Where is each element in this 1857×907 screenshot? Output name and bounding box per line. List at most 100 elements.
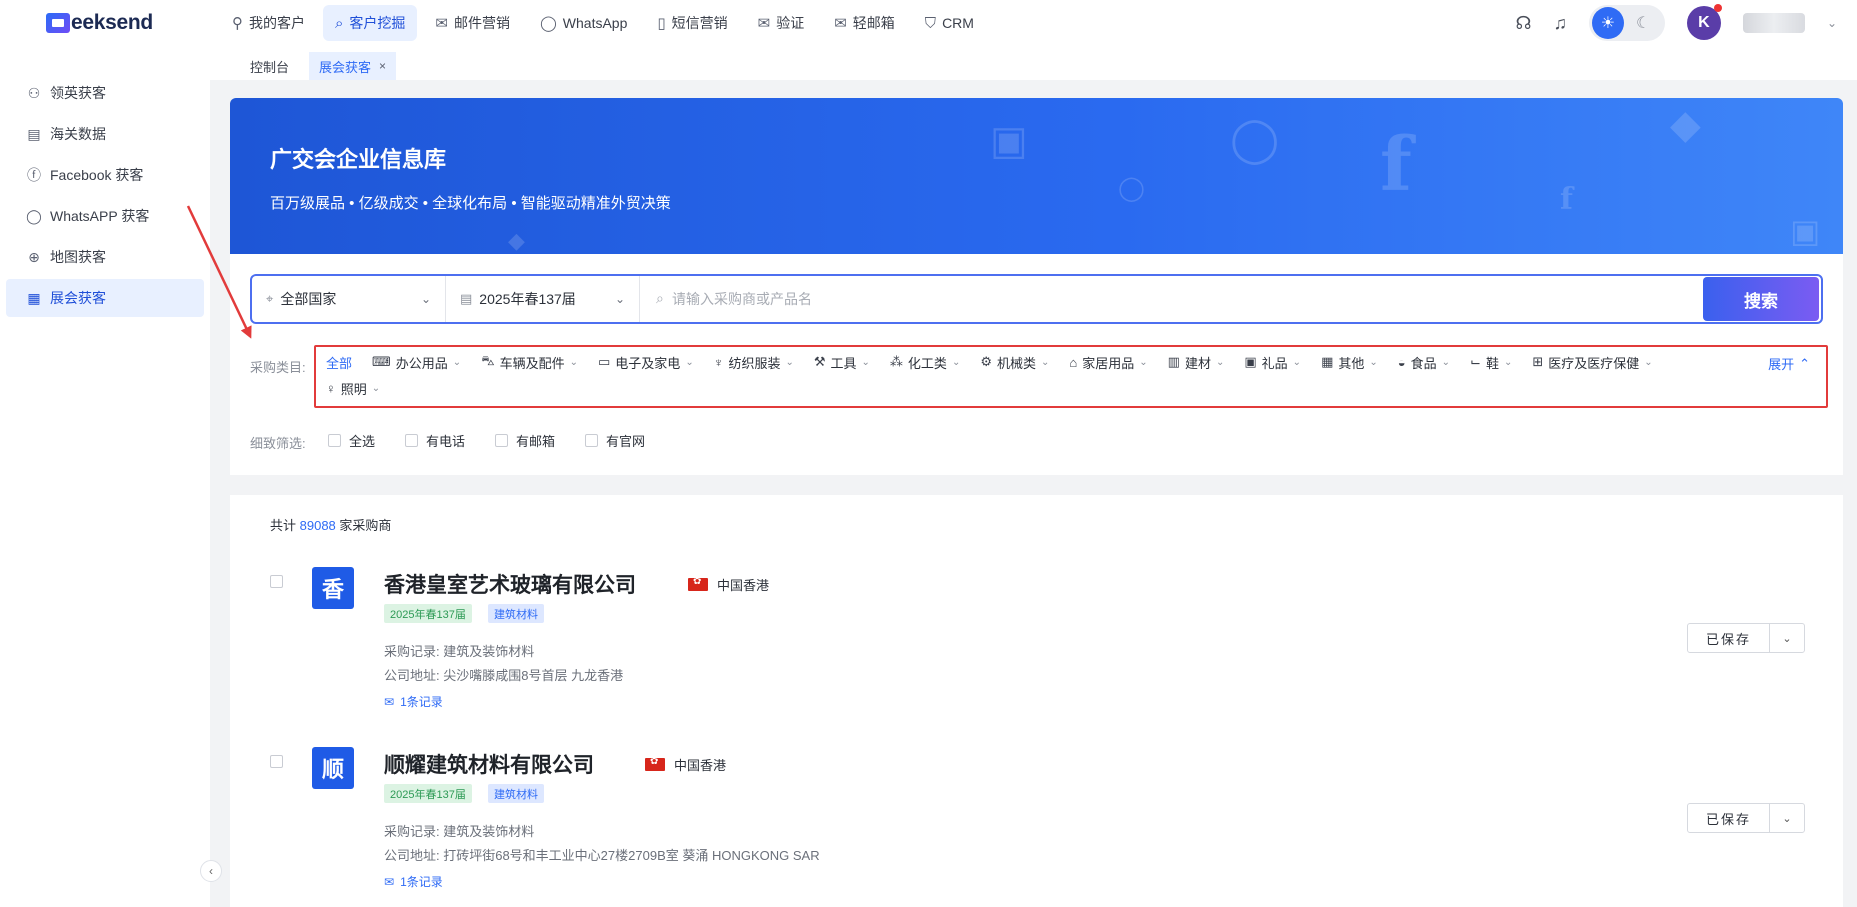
checkbox[interactable] — [495, 434, 509, 447]
category-gifts[interactable]: ▣ 礼品 ⌄ — [1244, 352, 1301, 372]
chevron-down-icon[interactable]: ⌄ — [1827, 16, 1837, 30]
user-avatar[interactable]: K — [1686, 4, 1722, 40]
checkbox[interactable] — [405, 434, 419, 447]
chevron-down-icon: ⌄ — [785, 356, 794, 368]
whatsapp-icon: ◯ — [1230, 115, 1280, 164]
purchase-record: 采购记录: 建筑及装饰材料 — [384, 644, 535, 659]
company-card: 顺 顺耀建筑材料有限公司 中国香港 2025年春137届 建筑材料 采购记录: … — [230, 675, 1843, 889]
sidebar: ⚇ 领英获客 ▤ 海关数据 ⓕ Facebook 获客 ◯ WhatsAPP 获客 ⊕ 地… — [0, 46, 210, 907]
shoe-icon: ⌙ — [1470, 354, 1481, 369]
category-office-supplies[interactable]: ⌨ 办公用品 ⌄ — [372, 352, 461, 372]
category-tools[interactable]: ⚒ 工具 ⌄ — [814, 352, 870, 372]
sidebar-item-map[interactable]: ⊕ 地图获客 — [6, 238, 204, 276]
moon-icon[interactable]: ☾ — [1636, 13, 1650, 33]
detail-filters: 全选 有电话 有邮箱 有官网 — [328, 431, 645, 450]
category-all[interactable]: 全部 — [326, 352, 352, 372]
category-vehicles[interactable]: ⛍ 车辆及配件 ⌄ — [481, 352, 578, 372]
saved-dropdown-button[interactable]: ⌄ — [1770, 624, 1804, 652]
company-checkbox[interactable] — [270, 755, 283, 768]
close-icon[interactable]: × — [379, 59, 386, 73]
company-name[interactable]: 顺耀建筑材料有限公司 — [384, 749, 594, 779]
email-records-link[interactable]: ✉ 1条记录 — [384, 873, 443, 890]
company-card: 香 香港皇室艺术玻璃有限公司 中国香港 2025年春137届 建筑材料 采购记录… — [230, 495, 1843, 709]
company-location: 中国香港 — [688, 575, 769, 594]
filter-select-all[interactable]: 全选 — [328, 431, 375, 450]
gift-icon: ▣ — [990, 119, 1028, 163]
nav-item-crm[interactable]: ⛉ CRM — [913, 5, 986, 41]
saved-button[interactable]: 已保存 — [1688, 804, 1770, 832]
session-select[interactable]: ▤ 2025年春137届 ⌄ — [446, 276, 640, 322]
company-checkbox[interactable] — [270, 575, 283, 588]
document-icon: ▤ — [27, 125, 41, 142]
category-textiles[interactable]: ♆ 纺织服装 ⌄ — [714, 352, 794, 372]
theme-toggle[interactable]: ☀ ☾ — [1588, 5, 1665, 41]
category-chemicals[interactable]: ⁂ 化工类 ⌄ — [890, 352, 960, 372]
category-shoes[interactable]: ⌙ 鞋 ⌄ — [1470, 352, 1512, 372]
nav-item-whatsapp[interactable]: ◯ WhatsApp — [528, 5, 639, 41]
bell-icon[interactable]: ♫ — [1553, 13, 1567, 34]
tab-exhibition-leads[interactable]: 展会获客 × — [309, 52, 397, 80]
category-home-goods[interactable]: ⌂ 家居用品 ⌄ — [1069, 352, 1147, 372]
username-blurred[interactable] — [1742, 13, 1805, 33]
facebook-icon: ⓕ — [27, 167, 41, 183]
whatsapp-icon: ◯ — [1118, 175, 1145, 202]
filter-has-website[interactable]: 有官网 — [585, 431, 645, 450]
chevron-down-icon: ⌄ — [685, 356, 694, 368]
category-electronics[interactable]: ▭ 电子及家电 ⌄ — [598, 352, 694, 372]
chevron-down-icon: ⌄ — [614, 292, 625, 306]
sidebar-item-exhibition[interactable]: ▦ 展会获客 — [6, 279, 204, 317]
company-name[interactable]: 香港皇室艺术玻璃有限公司 — [384, 569, 636, 599]
sun-icon[interactable]: ☀ — [1591, 7, 1624, 39]
sidebar-collapse-button[interactable]: ‹ — [200, 860, 222, 882]
hero-banner: ▣ ◯ f f ◯ ◆ ▣ ◆ 广交会企业信息库 百万级展品 • 亿级成交 • … — [230, 98, 1843, 256]
calendar-icon: ▤ — [460, 291, 473, 306]
nav-item-customer-mining[interactable]: ⌕ 客户挖掘 — [323, 5, 418, 41]
nav-item-sms-marketing[interactable]: ▯ 短信营销 — [645, 5, 739, 41]
sidebar-item-linkedin[interactable]: ⚇ 领英获客 — [6, 74, 204, 112]
search-button[interactable]: 搜索 — [1703, 277, 1819, 321]
chevron-down-icon: ⌄ — [371, 382, 381, 394]
app-logo[interactable]: eeksend — [0, 11, 210, 35]
chevron-down-icon: ⌄ — [951, 356, 961, 368]
filter-has-email[interactable]: 有邮箱 — [495, 431, 555, 450]
search-icon: ⌕ — [335, 14, 344, 32]
country-select[interactable]: ⌖ 全部国家 ⌄ — [252, 276, 446, 322]
chevron-down-icon: ⌄ — [569, 356, 578, 368]
category-food[interactable]: ◒ 食品 ⌄ — [1398, 352, 1450, 372]
company-location: 中国香港 — [645, 755, 726, 774]
category-other[interactable]: ▦ 其他 ⌄ — [1321, 352, 1378, 372]
mail-icon: ✉ — [384, 874, 395, 889]
category-lighting[interactable]: ♀ 照明 ⌄ — [326, 378, 380, 398]
tag-icon: ◆ — [1670, 103, 1701, 147]
car-icon: ⛍ — [481, 353, 495, 368]
headset-support-icon[interactable]: ☊ — [1515, 13, 1531, 34]
search-input[interactable] — [640, 276, 1703, 322]
checkbox[interactable] — [585, 434, 599, 447]
category-medical[interactable]: ⊞ 医疗及医疗保健 ⌄ — [1532, 352, 1652, 372]
category-machinery[interactable]: ⚙ 机械类 ⌄ — [980, 352, 1049, 372]
tab-console[interactable]: 控制台 — [240, 52, 299, 80]
chevron-down-icon: ⌄ — [1215, 356, 1225, 368]
chevron-down-icon: ⌄ — [1503, 356, 1513, 368]
category-building-materials[interactable]: ▥ 建材 ⌄ — [1168, 352, 1225, 372]
filter-has-phone[interactable]: 有电话 — [405, 431, 465, 450]
filter-label: 细致筛选: — [250, 436, 306, 451]
saved-dropdown-button[interactable]: ⌄ — [1770, 804, 1804, 832]
checkbox[interactable] — [328, 434, 341, 447]
saved-button[interactable]: 已保存 — [1688, 624, 1770, 652]
chevron-down-icon: ⌄ — [1369, 356, 1378, 368]
search-bar: ⌖ 全部国家 ⌄ ▤ 2025年春137届 ⌄ ⌕ 搜索 — [250, 274, 1823, 324]
nav-item-email-marketing[interactable]: ✉ 邮件营销 — [423, 5, 522, 41]
nav-item-verify[interactable]: ✉ 验证 — [746, 5, 817, 41]
shirt-icon: ♆ — [713, 354, 724, 370]
sidebar-item-facebook[interactable]: ⓕ Facebook 获客 — [6, 156, 204, 194]
chevron-down-icon: ⌄ — [1292, 356, 1302, 368]
sidebar-item-customs-data[interactable]: ▤ 海关数据 — [6, 115, 204, 153]
sidebar-item-whatsapp[interactable]: ◯ WhatsAPP 获客 — [6, 197, 204, 235]
mail-icon: ✉ — [435, 15, 448, 32]
nav-item-light-mailbox[interactable]: ✉ 轻邮箱 — [822, 5, 907, 41]
nav-item-my-customers[interactable]: ⚲ 我的客户 — [220, 5, 317, 41]
chevron-down-icon: ⌄ — [1441, 356, 1451, 368]
tool-icon: ⚒ — [813, 354, 826, 369]
expand-categories-button[interactable]: 展开 ⌃ — [1768, 354, 1810, 373]
